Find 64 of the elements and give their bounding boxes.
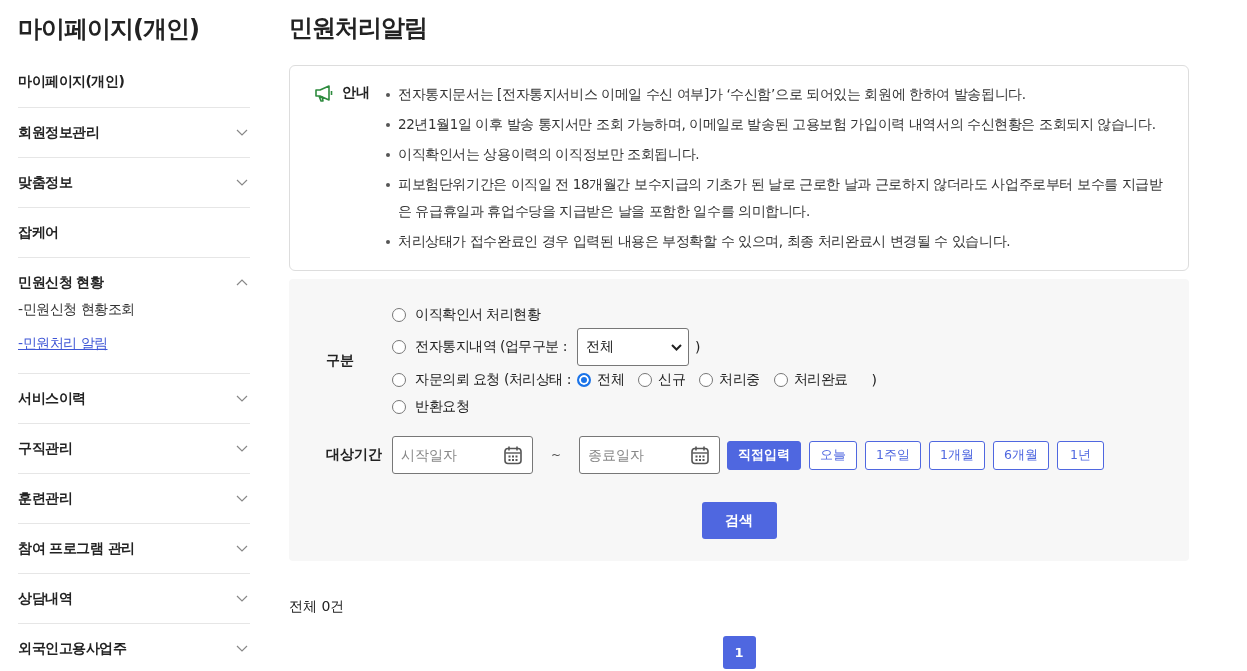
radio-label: 신규: [658, 370, 686, 389]
calendar-icon: [690, 445, 711, 465]
range-separator: ~: [551, 448, 562, 462]
radio-label: 전자통지내역 (업무구분 :: [415, 338, 568, 356]
field-label: 대상기간: [326, 446, 383, 464]
radio-button[interactable]: [392, 372, 406, 387]
sidebar-item[interactable]: 훈련관리: [18, 489, 72, 508]
search-button[interactable]: 검색: [701, 502, 777, 539]
radio-button[interactable]: [773, 372, 788, 387]
sidebar-item[interactable]: 구직관리: [18, 439, 72, 458]
period-button[interactable]: 오늘: [809, 440, 858, 470]
calendar-icon: [503, 445, 523, 465]
radio-label: 자문의뢰 요청 (처리상태 :: [415, 370, 572, 389]
notice-text: 이직확인서는 상용이력의 이직정보만 조회됩니다.: [398, 145, 700, 164]
sidebar-item[interactable]: 참여 프로그램 관리: [18, 539, 135, 558]
period-button[interactable]: 1개월: [929, 440, 985, 470]
sidebar-item[interactable]: 서비스이력: [18, 389, 86, 408]
date-field[interactable]: 종료일자: [579, 436, 721, 474]
sidebar-item[interactable]: 외국인고용사업주: [18, 639, 126, 658]
notice-text: 처리상태가 접수완료인 경우 입력된 내용은 부정확할 수 있으며, 최종 처리완료시 변경될 수 있습니다.: [398, 232, 1011, 251]
sidebar-item[interactable]: 마이페이지(개인): [18, 73, 125, 91]
sidebar-item[interactable]: 잡케어: [18, 223, 59, 242]
period-button[interactable]: 1년: [1056, 440, 1104, 470]
period-button[interactable]: 6개월: [992, 440, 1049, 470]
submenu-link[interactable]: -민원처리 알림: [18, 333, 250, 353]
radio-label: 전체: [597, 370, 625, 389]
paren-text: ): [695, 339, 701, 355]
bullet-icon: [386, 183, 390, 187]
page-button[interactable]: 1: [722, 636, 756, 669]
radio-button[interactable]: [392, 340, 406, 354]
radio-button[interactable]: [577, 372, 592, 387]
dropdown-value: 전체: [586, 338, 615, 356]
field-label: 구분: [326, 351, 355, 370]
bullet-icon: [386, 153, 390, 157]
radio-label: 처리완료: [793, 370, 848, 389]
paren-text: ): [871, 371, 877, 388]
result-count: 전체 0건: [289, 598, 346, 616]
radio-button[interactable]: [392, 399, 406, 414]
sidebar-item[interactable]: 맞춤정보: [18, 173, 72, 192]
caret-icon: [671, 343, 683, 351]
radio-label: 반환요청: [415, 397, 469, 416]
dropdown[interactable]: 전체: [577, 328, 690, 366]
notice-text: 피보험단위기간은 이직일 전 18개월간 보수지급의 기초가 된 날로 근로한 날과 근로하지 않더라도 사업주로부터 보수를 지급받은 유급휴일과 휴업수당을 지급받은 날을 포함한 일수를 의미합니다.: [398, 175, 1164, 221]
sidebar-item[interactable]: 회원정보관리: [18, 123, 99, 142]
submenu-link[interactable]: -민원신청 현황조회: [18, 299, 250, 319]
radio-button[interactable]: [699, 372, 714, 387]
sidebar-item[interactable]: 상담내역: [18, 589, 72, 608]
radio-button[interactable]: [638, 372, 653, 387]
sidebar-title: 마이페이지(개인): [18, 14, 200, 45]
bullet-icon: [386, 240, 390, 244]
sidebar-item[interactable]: 민원신청 현황: [18, 273, 104, 292]
radio-button[interactable]: [392, 307, 406, 322]
notice-text: 전자통지문서는 [전자통지서비스 이메일 수신 여부]가 ‘수신함’으로 되어있는 회원에 한하여 발송됩니다.: [398, 85, 1026, 104]
period-button[interactable]: 직접입력: [727, 440, 802, 470]
date-field[interactable]: 시작일자: [392, 436, 533, 474]
radio-label: 이직확인서 처리현황: [415, 305, 541, 324]
notice-text: 22년1월1일 이후 발송 통지서만 조회 가능하며, 이메일로 발송된 고용보험 가입이력 내역서의 수신현황은 조회되지 않습니다.: [398, 115, 1156, 134]
notice-label: 안내: [342, 84, 370, 102]
radio-label: 처리중: [719, 370, 760, 389]
bullet-icon: [386, 123, 390, 127]
megaphone-icon: [314, 84, 334, 102]
bullet-icon: [386, 93, 390, 97]
period-button[interactable]: 1주일: [865, 440, 921, 470]
page-title: 민원처리알림: [289, 13, 428, 44]
